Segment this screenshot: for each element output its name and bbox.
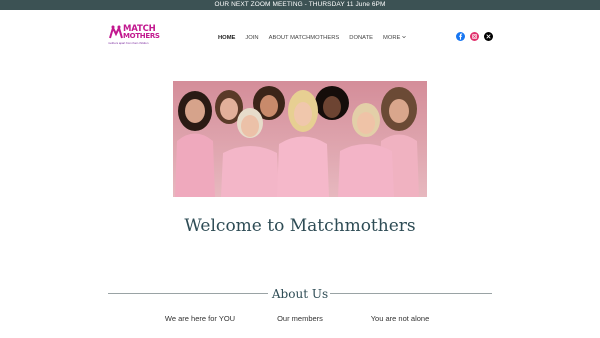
main-nav: HOME JOIN ABOUT MATCHMOTHERS DONATE MORE (218, 33, 416, 43)
announcement-text: OUR NEXT ZOOM MEETING - THURSDAY 11 June… (214, 1, 386, 8)
nav-more-label: MORE (383, 35, 401, 41)
feature-here-for-you: We are here for YOU (164, 314, 236, 323)
nav-more[interactable]: MORE (383, 33, 407, 43)
about-title: About Us (271, 287, 329, 301)
announcement-bar: OUR NEXT ZOOM MEETING - THURSDAY 11 June… (0, 0, 600, 10)
social-links (456, 32, 493, 41)
nav-about-matchmothers[interactable]: ABOUT MATCHMOTHERS (269, 33, 340, 43)
nav-join[interactable]: JOIN (245, 33, 258, 43)
feature-our-members: Our members (277, 314, 323, 323)
instagram-icon[interactable] (470, 32, 479, 41)
about-section-header: About Us (108, 286, 492, 302)
nav-donate[interactable]: DONATE (349, 33, 373, 43)
logo-text-mothers: MOTHERS (123, 32, 160, 40)
facebook-icon[interactable] (456, 32, 465, 41)
x-icon[interactable] (484, 32, 493, 41)
hero-image (173, 81, 427, 197)
chevron-down-icon (402, 36, 407, 39)
logo-tagline: mothers apart from their children (108, 41, 149, 45)
logo-mark-icon (109, 25, 123, 39)
nav-home[interactable]: HOME (218, 33, 235, 43)
feature-not-alone: You are not alone (370, 314, 430, 323)
site-logo[interactable]: MATCH MOTHERS mothers apart from their c… (108, 24, 164, 48)
about-features: We are here for YOU Our members You are … (0, 314, 600, 326)
welcome-heading: Welcome to Matchmothers (184, 216, 416, 236)
hero-photo (173, 81, 427, 197)
